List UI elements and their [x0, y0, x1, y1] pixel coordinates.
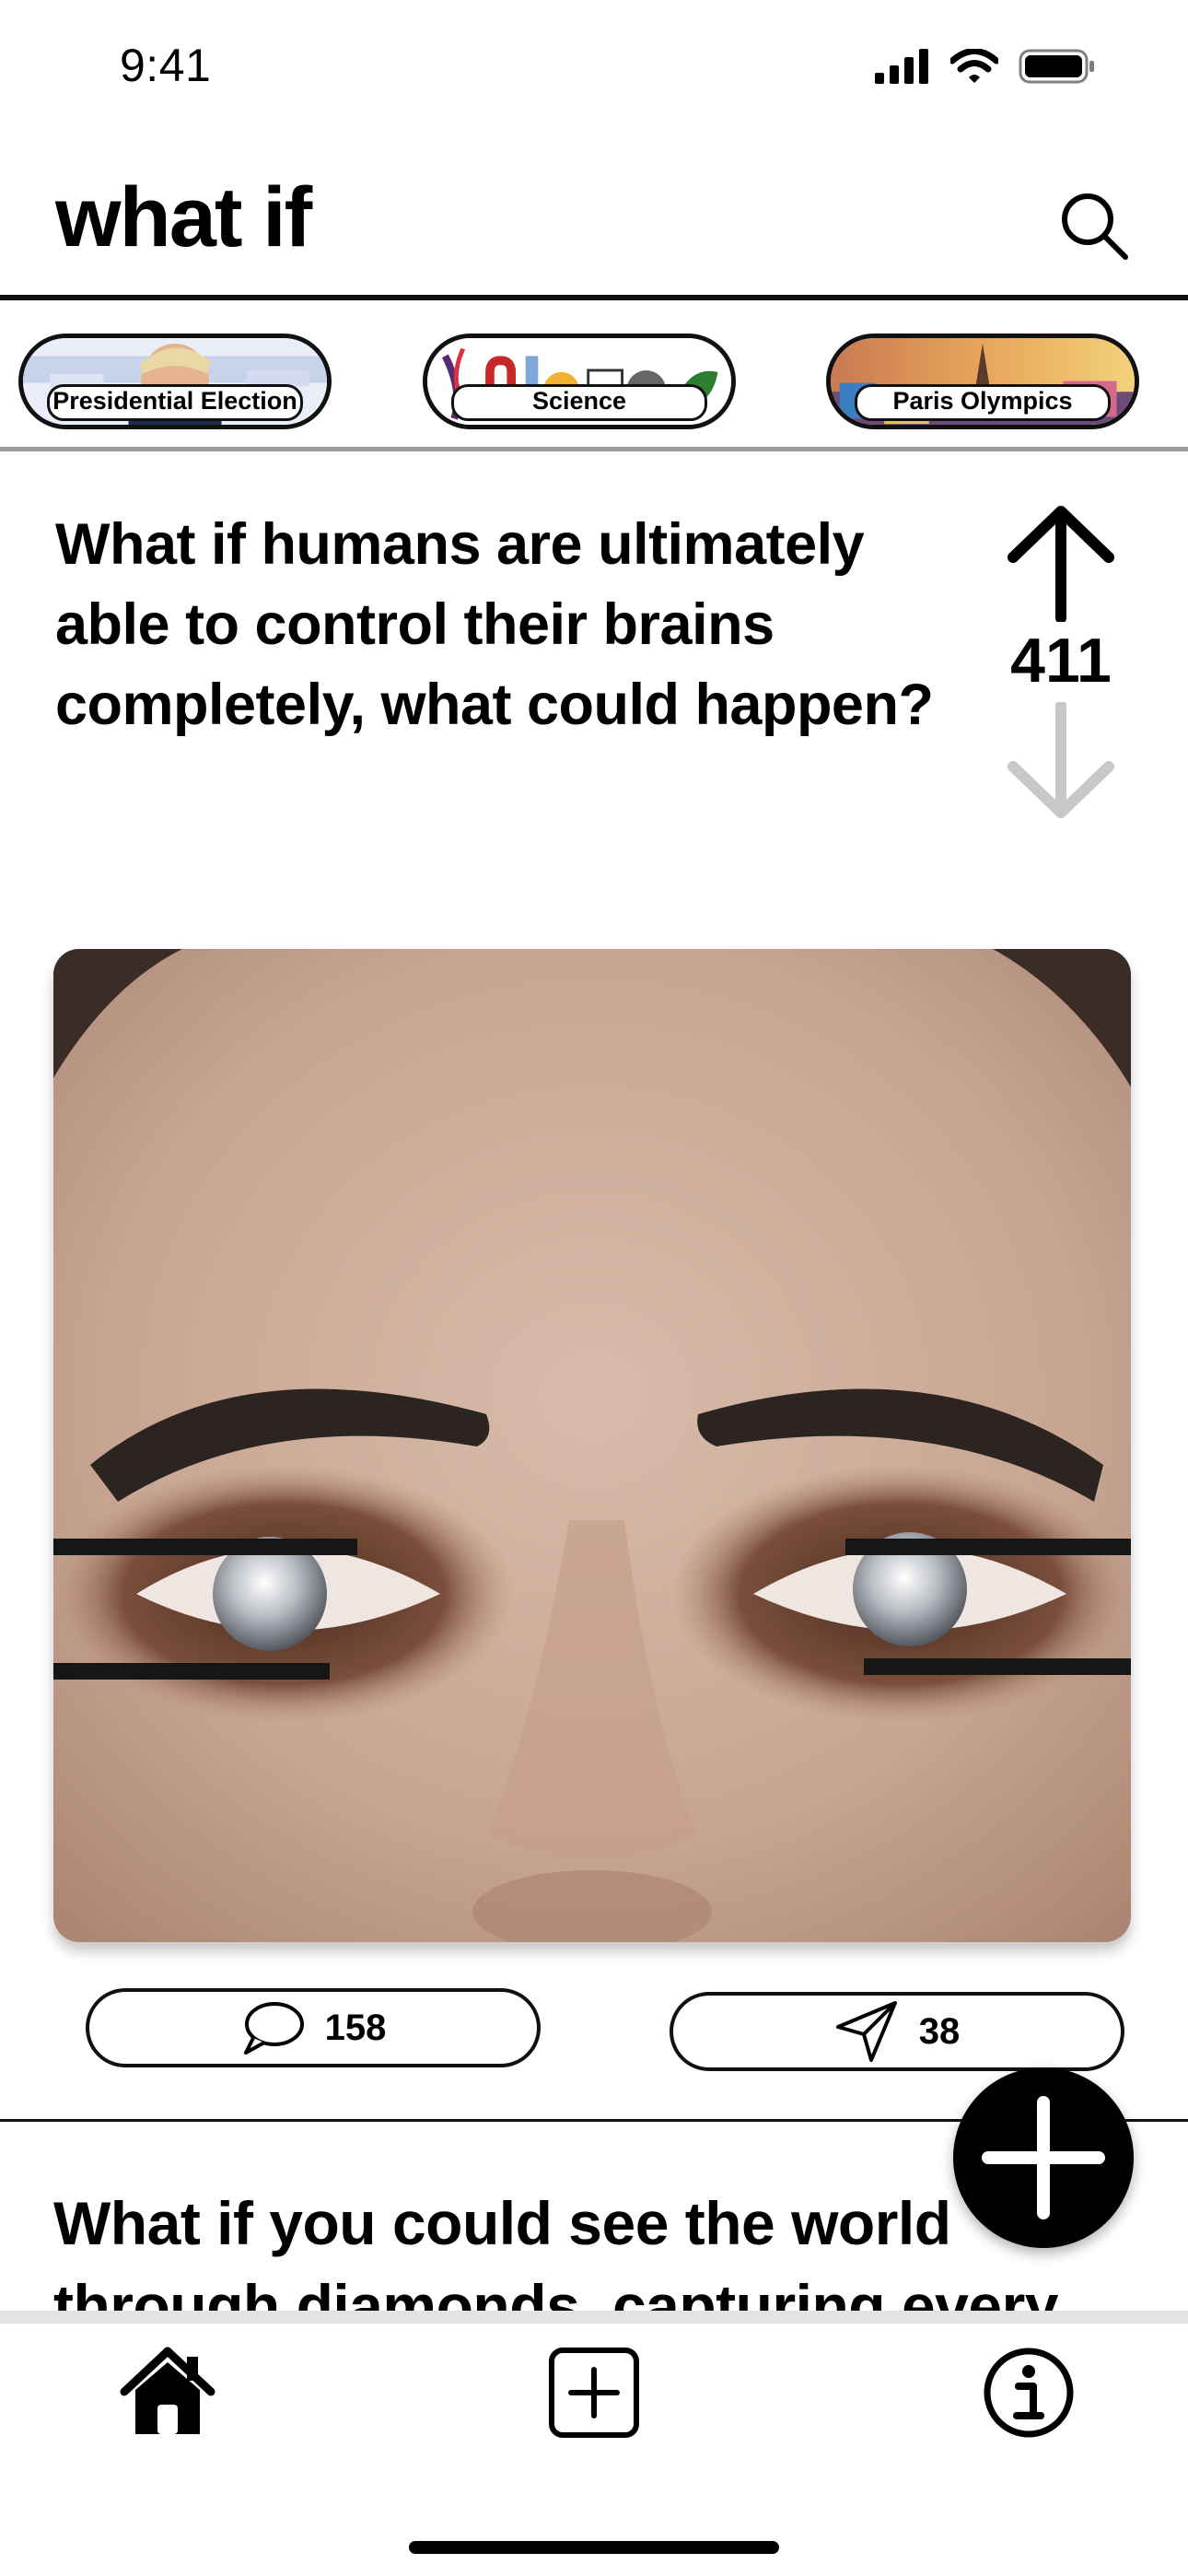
upvote-arrow-icon[interactable]: [1004, 502, 1118, 622]
plus-icon: [982, 2096, 1105, 2219]
share-button[interactable]: 38: [670, 1992, 1124, 2071]
status-time: 9:41: [120, 40, 212, 91]
home-indicator[interactable]: [409, 2541, 779, 2554]
share-count: 38: [918, 2010, 961, 2052]
status-icons: [875, 48, 1096, 85]
battery-icon: [1019, 49, 1094, 84]
topic-paris-olympics[interactable]: Paris Olympics: [826, 334, 1139, 429]
info-icon[interactable]: [978, 2342, 1079, 2443]
comments-button[interactable]: 158: [86, 1988, 541, 2067]
vote-count: 411: [1010, 626, 1112, 696]
comment-count: 158: [324, 2007, 387, 2048]
add-square-icon[interactable]: [543, 2342, 645, 2443]
topic-label: Science: [451, 384, 707, 421]
signal-icon: [875, 49, 928, 84]
topics-divider: [0, 447, 1188, 451]
wifi-icon: [950, 49, 998, 83]
post-image[interactable]: [53, 949, 1131, 1942]
topic-presidential-election[interactable]: Presidential Election: [18, 334, 332, 429]
face-illustration: [53, 949, 1131, 1942]
app-title: what if: [55, 170, 312, 264]
downvote-arrow-icon[interactable]: [1004, 702, 1118, 822]
header-divider: [0, 295, 1188, 300]
send-icon: [835, 2001, 897, 2062]
post-question[interactable]: What if humans are ultimately able to co…: [55, 505, 958, 745]
search-icon[interactable]: [1057, 189, 1131, 263]
create-post-button[interactable]: [953, 2067, 1134, 2248]
home-icon[interactable]: [117, 2342, 218, 2443]
topic-science[interactable]: Science: [423, 334, 736, 429]
topic-label: Paris Olympics: [855, 384, 1111, 421]
comment-bubble-icon: [243, 2002, 304, 2055]
topic-label: Presidential Election: [47, 384, 303, 421]
